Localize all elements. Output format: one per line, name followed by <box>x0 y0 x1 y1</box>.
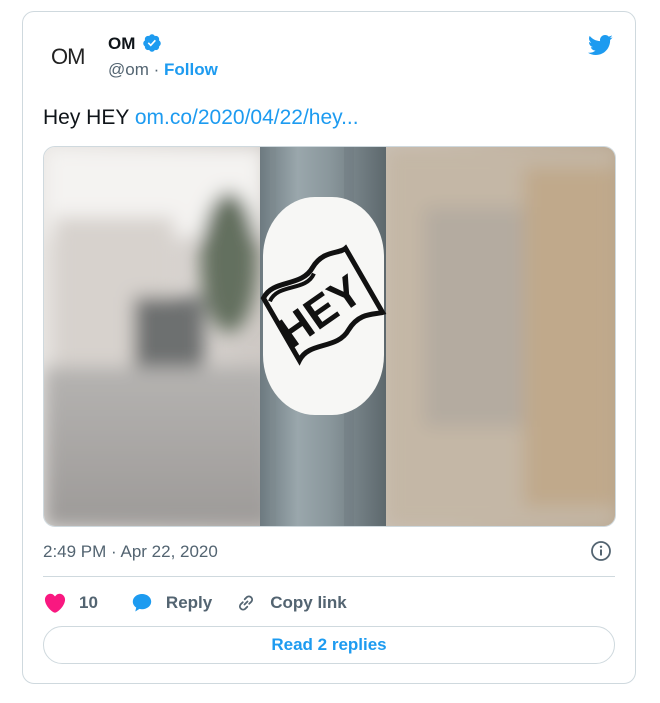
timestamp[interactable]: 2:49 PM · Apr 22, 2020 <box>43 542 218 562</box>
author-name[interactable]: OM <box>108 34 135 54</box>
speech-bubble-icon <box>132 594 152 612</box>
follow-button[interactable]: Follow <box>164 60 218 79</box>
handle-line: @om · Follow <box>108 60 218 80</box>
author-handle[interactable]: @om <box>108 60 149 79</box>
link-icon <box>239 595 254 611</box>
verified-badge-icon <box>143 34 161 52</box>
action-bar: 10 Reply Copy link <box>43 590 369 616</box>
reply-label: Reply <box>165 593 213 612</box>
divider <box>43 576 615 577</box>
heart-icon <box>44 593 66 613</box>
tweet-image[interactable]: HEY <box>43 146 616 527</box>
tweet-link[interactable]: om.co/2020/04/22/hey... <box>135 106 359 129</box>
copy-link-button[interactable]: Copy link <box>234 591 347 615</box>
read-replies-button[interactable]: Read 2 replies <box>43 626 615 664</box>
copy-link-label: Copy link <box>270 593 347 612</box>
photo-pole-sticker: HEY <box>44 147 615 526</box>
tweet-body: Hey HEY <box>43 106 135 129</box>
like-button[interactable]: 10 <box>43 591 98 615</box>
tweet-card: OM OM @om · Follow Hey HEY om.co/2020/04… <box>22 11 636 684</box>
tweet-text: Hey HEY om.co/2020/04/22/hey... <box>43 106 359 130</box>
twitter-bird-icon[interactable] <box>585 32 615 58</box>
info-icon[interactable] <box>589 539 613 563</box>
like-count: 10 <box>79 593 98 612</box>
separator: · <box>148 60 164 79</box>
reply-button[interactable]: Reply <box>130 591 212 615</box>
avatar[interactable]: OM <box>51 42 97 72</box>
